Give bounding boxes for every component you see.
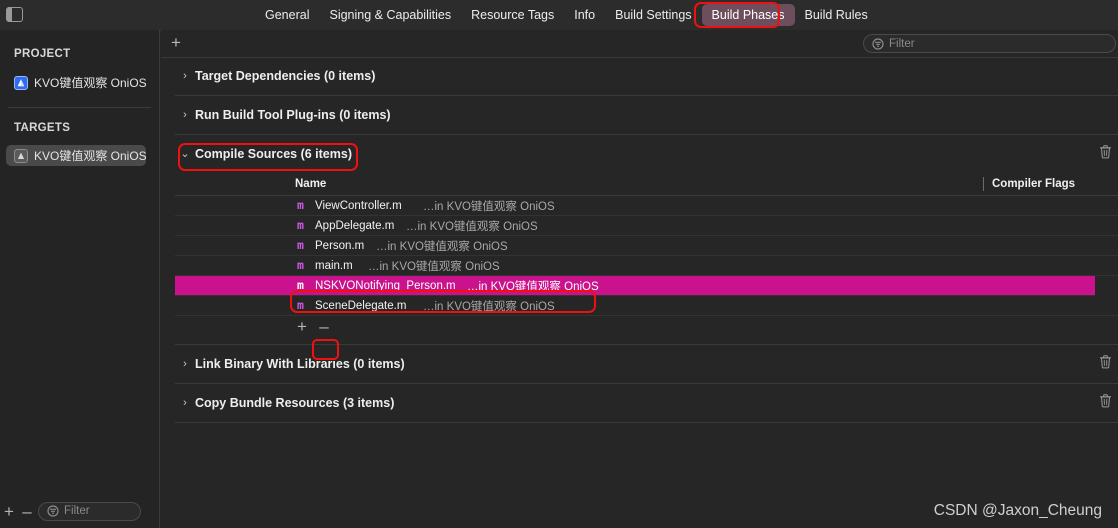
phase-title: Run Build Tool Plug-ins (0 items) (195, 108, 391, 122)
build-phases-pane: + Filter › Target Dependencies (0 items) (161, 30, 1118, 528)
chevron-right-icon[interactable]: › (175, 70, 195, 82)
compile-sources-table: Name Compiler Flags m ViewController.m …… (175, 173, 1118, 344)
delete-phase-button[interactable] (1099, 355, 1112, 374)
file-location: …in KVO键值观察 OniOS (368, 260, 500, 273)
delete-phase-button[interactable] (1099, 394, 1112, 413)
chevron-right-icon[interactable]: › (175, 109, 195, 121)
column-header-name: Name (295, 178, 327, 190)
objc-file-icon: m (297, 257, 304, 272)
file-location: …in KVO键值观察 OniOS (376, 240, 508, 253)
trash-icon (1100, 394, 1111, 408)
chevron-right-icon[interactable]: › (175, 397, 195, 409)
phase-header[interactable]: › Run Build Tool Plug-ins (0 items) (175, 96, 1118, 134)
table-row[interactable]: m Person.m …in KVO键值观察 OniOS (175, 236, 1118, 256)
project-navigator-sidebar: PROJECT KVO键值观察 OniOS TARGETS KVO键值观察 On… (0, 30, 160, 528)
phase-header[interactable]: › Link Binary With Libraries (0 items) (175, 345, 1118, 383)
phase-header[interactable]: ⌄ Compile Sources (6 items) (175, 135, 1118, 173)
phase-header[interactable]: › Copy Bundle Resources (3 items) (175, 384, 1118, 422)
file-name: AppDelegate.m (315, 219, 395, 232)
tab-build-rules[interactable]: Build Rules (795, 4, 878, 26)
objc-file-icon: m (297, 237, 304, 252)
phase-target-dependencies: › Target Dependencies (0 items) (175, 57, 1118, 96)
editor-tab-bar: General Signing & Capabilities Resource … (0, 0, 1118, 31)
build-phases-filter-field[interactable]: Filter (863, 34, 1116, 53)
file-location: …in KVO键值观察 OniOS (406, 220, 538, 233)
phase-title: Target Dependencies (0 items) (195, 69, 376, 83)
objc-file-icon: m (297, 197, 304, 212)
sidebar-remove-button[interactable]: – (18, 503, 36, 520)
sidebar-left-icon[interactable] (6, 7, 23, 22)
file-name: SceneDelegate.m (315, 299, 407, 312)
table-row[interactable]: m main.m …in KVO键值观察 OniOS (175, 256, 1118, 276)
sidebar-item-target[interactable]: KVO键值观察 OniOS (6, 145, 146, 166)
build-phases-list: › Target Dependencies (0 items) › Run Bu… (175, 57, 1118, 528)
file-name: main.m (315, 259, 353, 272)
sidebar-section-project: PROJECT (14, 48, 71, 60)
objc-file-icon: m (297, 277, 304, 292)
file-location: …in KVO键值观察 OniOS (423, 200, 555, 213)
filter-icon (47, 505, 59, 517)
phase-title: Compile Sources (6 items) (195, 147, 352, 161)
remove-file-button[interactable]: – (315, 318, 333, 335)
build-phases-filter-placeholder: Filter (889, 37, 915, 50)
sidebar-item-project[interactable]: KVO键值观察 OniOS (6, 72, 146, 93)
phase-link-binary-with-libraries: › Link Binary With Libraries (0 items) (175, 345, 1118, 384)
phase-title: Link Binary With Libraries (0 items) (195, 357, 405, 371)
tab-signing-capabilities[interactable]: Signing & Capabilities (319, 4, 461, 26)
column-header-compiler-flags: Compiler Flags (983, 177, 1075, 191)
phase-run-build-tool-plugins: › Run Build Tool Plug-ins (0 items) (175, 96, 1118, 135)
tab-resource-tags[interactable]: Resource Tags (461, 4, 564, 26)
filter-icon (872, 37, 884, 50)
trash-icon (1100, 355, 1111, 369)
sidebar-filter-placeholder: Filter (64, 505, 90, 517)
file-name: Person.m (315, 239, 365, 252)
tab-info[interactable]: Info (564, 4, 605, 26)
file-location: …in KVO键值观察 OniOS (423, 300, 555, 313)
trash-icon (1100, 145, 1111, 159)
table-header-row: Name Compiler Flags (175, 173, 1118, 196)
xcode-window: General Signing & Capabilities Resource … (0, 0, 1118, 528)
tab-list: General Signing & Capabilities Resource … (255, 0, 878, 30)
chevron-right-icon[interactable]: › (175, 358, 195, 370)
file-location: …in KVO键值观察 OniOS (467, 280, 599, 293)
table-row[interactable]: m AppDelegate.m …in KVO键值观察 OniOS (175, 216, 1118, 236)
tab-build-settings[interactable]: Build Settings (605, 4, 701, 26)
file-name: NSKVONotifying_Person.m (315, 279, 456, 292)
objc-file-icon: m (297, 217, 304, 232)
sidebar-project-name: KVO键值观察 OniOS (34, 76, 146, 90)
table-footer-controls: + – (175, 316, 1118, 340)
table-row[interactable]: m SceneDelegate.m …in KVO键值观察 OniOS (175, 296, 1118, 316)
add-file-button[interactable]: + (293, 318, 311, 335)
delete-phase-button[interactable] (1099, 145, 1112, 164)
objc-file-icon: m (297, 297, 304, 312)
build-phases-toolbar: + Filter (161, 30, 1118, 58)
sidebar-section-targets: TARGETS (14, 122, 71, 134)
phase-compile-sources: ⌄ Compile Sources (6 items) Name Compile… (175, 135, 1118, 345)
xcode-project-icon (14, 75, 28, 90)
sidebar-target-name: KVO键值观察 OniOS (34, 149, 146, 163)
file-name: ViewController.m (315, 199, 402, 212)
sidebar-add-button[interactable]: + (0, 503, 18, 520)
table-row[interactable]: m NSKVONotifying_Person.m …in KVO键值观察 On… (175, 276, 1095, 296)
sidebar-bottom-bar: + – Filter (0, 494, 160, 528)
tab-general[interactable]: General (255, 4, 319, 26)
table-row[interactable]: m ViewController.m …in KVO键值观察 OniOS (175, 196, 1118, 216)
phase-title: Copy Bundle Resources (3 items) (195, 396, 395, 410)
chevron-down-icon[interactable]: ⌄ (175, 148, 195, 160)
xcode-target-icon (14, 148, 28, 163)
add-build-phase-button[interactable]: + (167, 34, 185, 52)
csdn-watermark: CSDN @Jaxon_Cheung (933, 502, 1102, 519)
sidebar-filter-field[interactable]: Filter (38, 501, 141, 521)
phase-copy-bundle-resources: › Copy Bundle Resources (3 items) (175, 384, 1118, 423)
phase-header[interactable]: › Target Dependencies (0 items) (175, 57, 1118, 95)
tab-build-phases[interactable]: Build Phases (701, 4, 795, 26)
sidebar-divider (8, 107, 151, 108)
